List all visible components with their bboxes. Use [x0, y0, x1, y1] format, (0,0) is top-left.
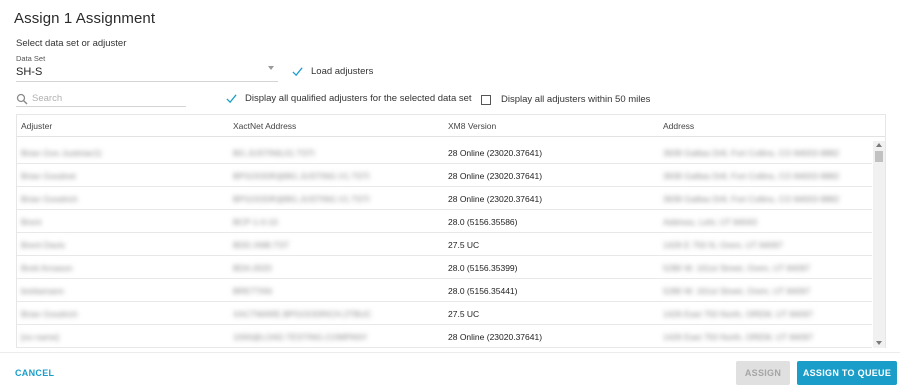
- table-header: Adjuster XactNet Address XM8 Version Add…: [17, 115, 885, 137]
- assign-to-queue-button[interactable]: ASSIGN TO QUEUE: [797, 361, 897, 385]
- adjuster-table: Adjuster XactNet Address XM8 Version Add…: [16, 114, 886, 348]
- address-cell: 3939 Gallias Dr8, Fort Collins, CO 84003…: [663, 171, 840, 181]
- version-cell: 28.0 (5156.35399): [448, 263, 518, 273]
- address-cell: 1426 East 750 North, OREM, UT 84097: [663, 309, 814, 319]
- xactnet-cell: BPGOODR@BG.JUSTING.V1.TSTI: [233, 194, 370, 204]
- footer-divider: [0, 352, 900, 353]
- adjuster-cell: Brian Goodrich: [21, 309, 78, 319]
- adjuster-cell: Brent Davis: [21, 240, 65, 250]
- search-field[interactable]: [16, 91, 186, 107]
- version-cell: 27.5 UC: [448, 240, 480, 250]
- xactnet-cell: BCP-1-0-10: [233, 217, 278, 227]
- scroll-down-icon[interactable]: [876, 341, 882, 345]
- column-header-version[interactable]: XM8 Version: [448, 121, 496, 131]
- search-input[interactable]: [32, 93, 172, 104]
- adjuster-cell: Brian Goodrich: [21, 194, 78, 204]
- version-cell: 28.0 (5156.35586): [448, 217, 518, 227]
- xactnet-cell: 1000@LOAD.TESTING.COMPANY: [233, 332, 368, 342]
- search-icon: [16, 93, 28, 104]
- display-within-50-checkbox[interactable]: Display all adjusters within 50 miles: [481, 94, 650, 105]
- column-header-address[interactable]: Address: [663, 121, 694, 131]
- adjuster-cell: [no name]: [21, 332, 59, 342]
- adjuster-cell: Brent: [21, 217, 42, 227]
- display-within-50-label: Display all adjusters within 50 miles: [501, 94, 651, 105]
- scroll-up-icon[interactable]: [876, 143, 882, 147]
- address-cell: Address, Lehi, UT 84043: [663, 217, 757, 227]
- xactnet-cell: BPGOODR@BG.JUSTING.V1.TSTI: [233, 171, 370, 181]
- table-scrollbar[interactable]: [873, 141, 885, 348]
- table-row[interactable]: Brian Goodrich XACTWARE.BPGOODRICH.2TBUC…: [17, 302, 872, 325]
- address-cell: 5280 W. 161st Street, Orem, UT 84097: [663, 263, 811, 273]
- table-body: Brian Goo Justiniar11 BG.JUSTINIL01.TSTI…: [17, 141, 872, 348]
- address-cell: 5280 W. 161st Street, Orem, UT 84097: [663, 286, 811, 296]
- table-row[interactable]: brettamann BRETTAN 28.0 (5156.35441) 528…: [17, 279, 872, 302]
- version-cell: 27.5 UC: [448, 309, 480, 319]
- adjuster-cell: Brett Arnason: [21, 263, 73, 273]
- version-cell: 28 Online (23020.37641): [448, 148, 543, 158]
- data-set-dropdown[interactable]: SH-S: [16, 62, 278, 82]
- address-cell: 1426 East 750 North, OREM, UT 84097: [663, 332, 814, 342]
- adjuster-cell: brettamann: [21, 286, 64, 296]
- xactnet-cell: BG.JUSTINIL01.TSTI: [233, 148, 315, 158]
- table-row[interactable]: Brian Goo Justiniar11 BG.JUSTINIL01.TSTI…: [17, 141, 872, 164]
- table-row[interactable]: Brian Goodnet BPGOODR@BG.JUSTING.V1.TSTI…: [17, 164, 872, 187]
- version-cell: 28 Online (23020.37641): [448, 194, 543, 204]
- xactnet-cell: BRETTAN: [233, 286, 273, 296]
- adjuster-cell: Brian Goodnet: [21, 171, 76, 181]
- cancel-button[interactable]: CANCEL: [15, 368, 54, 378]
- xactnet-cell: BDA.0020: [233, 263, 272, 273]
- load-adjusters-checkbox[interactable]: Load adjusters: [292, 66, 373, 77]
- table-row[interactable]: Brent Davis BDD.XM8.TST 27.5 UC 1426 E 7…: [17, 233, 872, 256]
- version-cell: 28.0 (5156.35441): [448, 286, 518, 296]
- checkmark-icon: [292, 67, 303, 77]
- dialog-title: Assign 1 Assignment: [14, 10, 156, 27]
- display-qualified-checkbox[interactable]: Display all qualified adjusters for the …: [226, 93, 472, 104]
- address-cell: 1426 E 750 N, Orem, UT 84097: [663, 240, 783, 250]
- table-row[interactable]: Brian Goodrich BPGOODR@BG.JUSTING.V1.TST…: [17, 187, 872, 210]
- scroll-thumb[interactable]: [875, 151, 883, 162]
- data-set-value: SH-S: [16, 65, 43, 78]
- version-cell: 28 Online (23020.37641): [448, 332, 543, 342]
- checkmark-icon: [226, 94, 237, 104]
- table-row[interactable]: Brent BCP-1-0-10 28.0 (5156.35586) Addre…: [17, 210, 872, 233]
- xactnet-cell: BDD.XM8.TST: [233, 240, 290, 250]
- column-header-adjuster[interactable]: Adjuster: [21, 121, 52, 131]
- version-cell: 28 Online (23020.37641): [448, 171, 543, 181]
- table-row[interactable]: Brett Arnason BDA.0020 28.0 (5156.35399)…: [17, 256, 872, 279]
- assign-button[interactable]: ASSIGN: [736, 361, 790, 385]
- load-adjusters-label: Load adjusters: [311, 66, 374, 77]
- checkbox-box[interactable]: [481, 94, 491, 105]
- address-cell: 3939 Gallias Dr8, Fort Collins, CO 84003…: [663, 194, 840, 204]
- xactnet-cell: XACTWARE.BPGOODRICH.2TBUC: [233, 309, 372, 319]
- display-qualified-label: Display all qualified adjusters for the …: [245, 93, 472, 104]
- column-header-xactnet[interactable]: XactNet Address: [233, 121, 296, 131]
- section-label: Select data set or adjuster: [16, 38, 127, 49]
- chevron-down-icon: [268, 65, 274, 70]
- table-row[interactable]: [no name] 1000@LOAD.TESTING.COMPANY 28 O…: [17, 325, 872, 348]
- adjuster-cell: Brian Goo Justiniar11: [21, 148, 103, 158]
- address-cell: 3939 Gallias Dr8, Fort Collins, CO 84003…: [663, 148, 840, 158]
